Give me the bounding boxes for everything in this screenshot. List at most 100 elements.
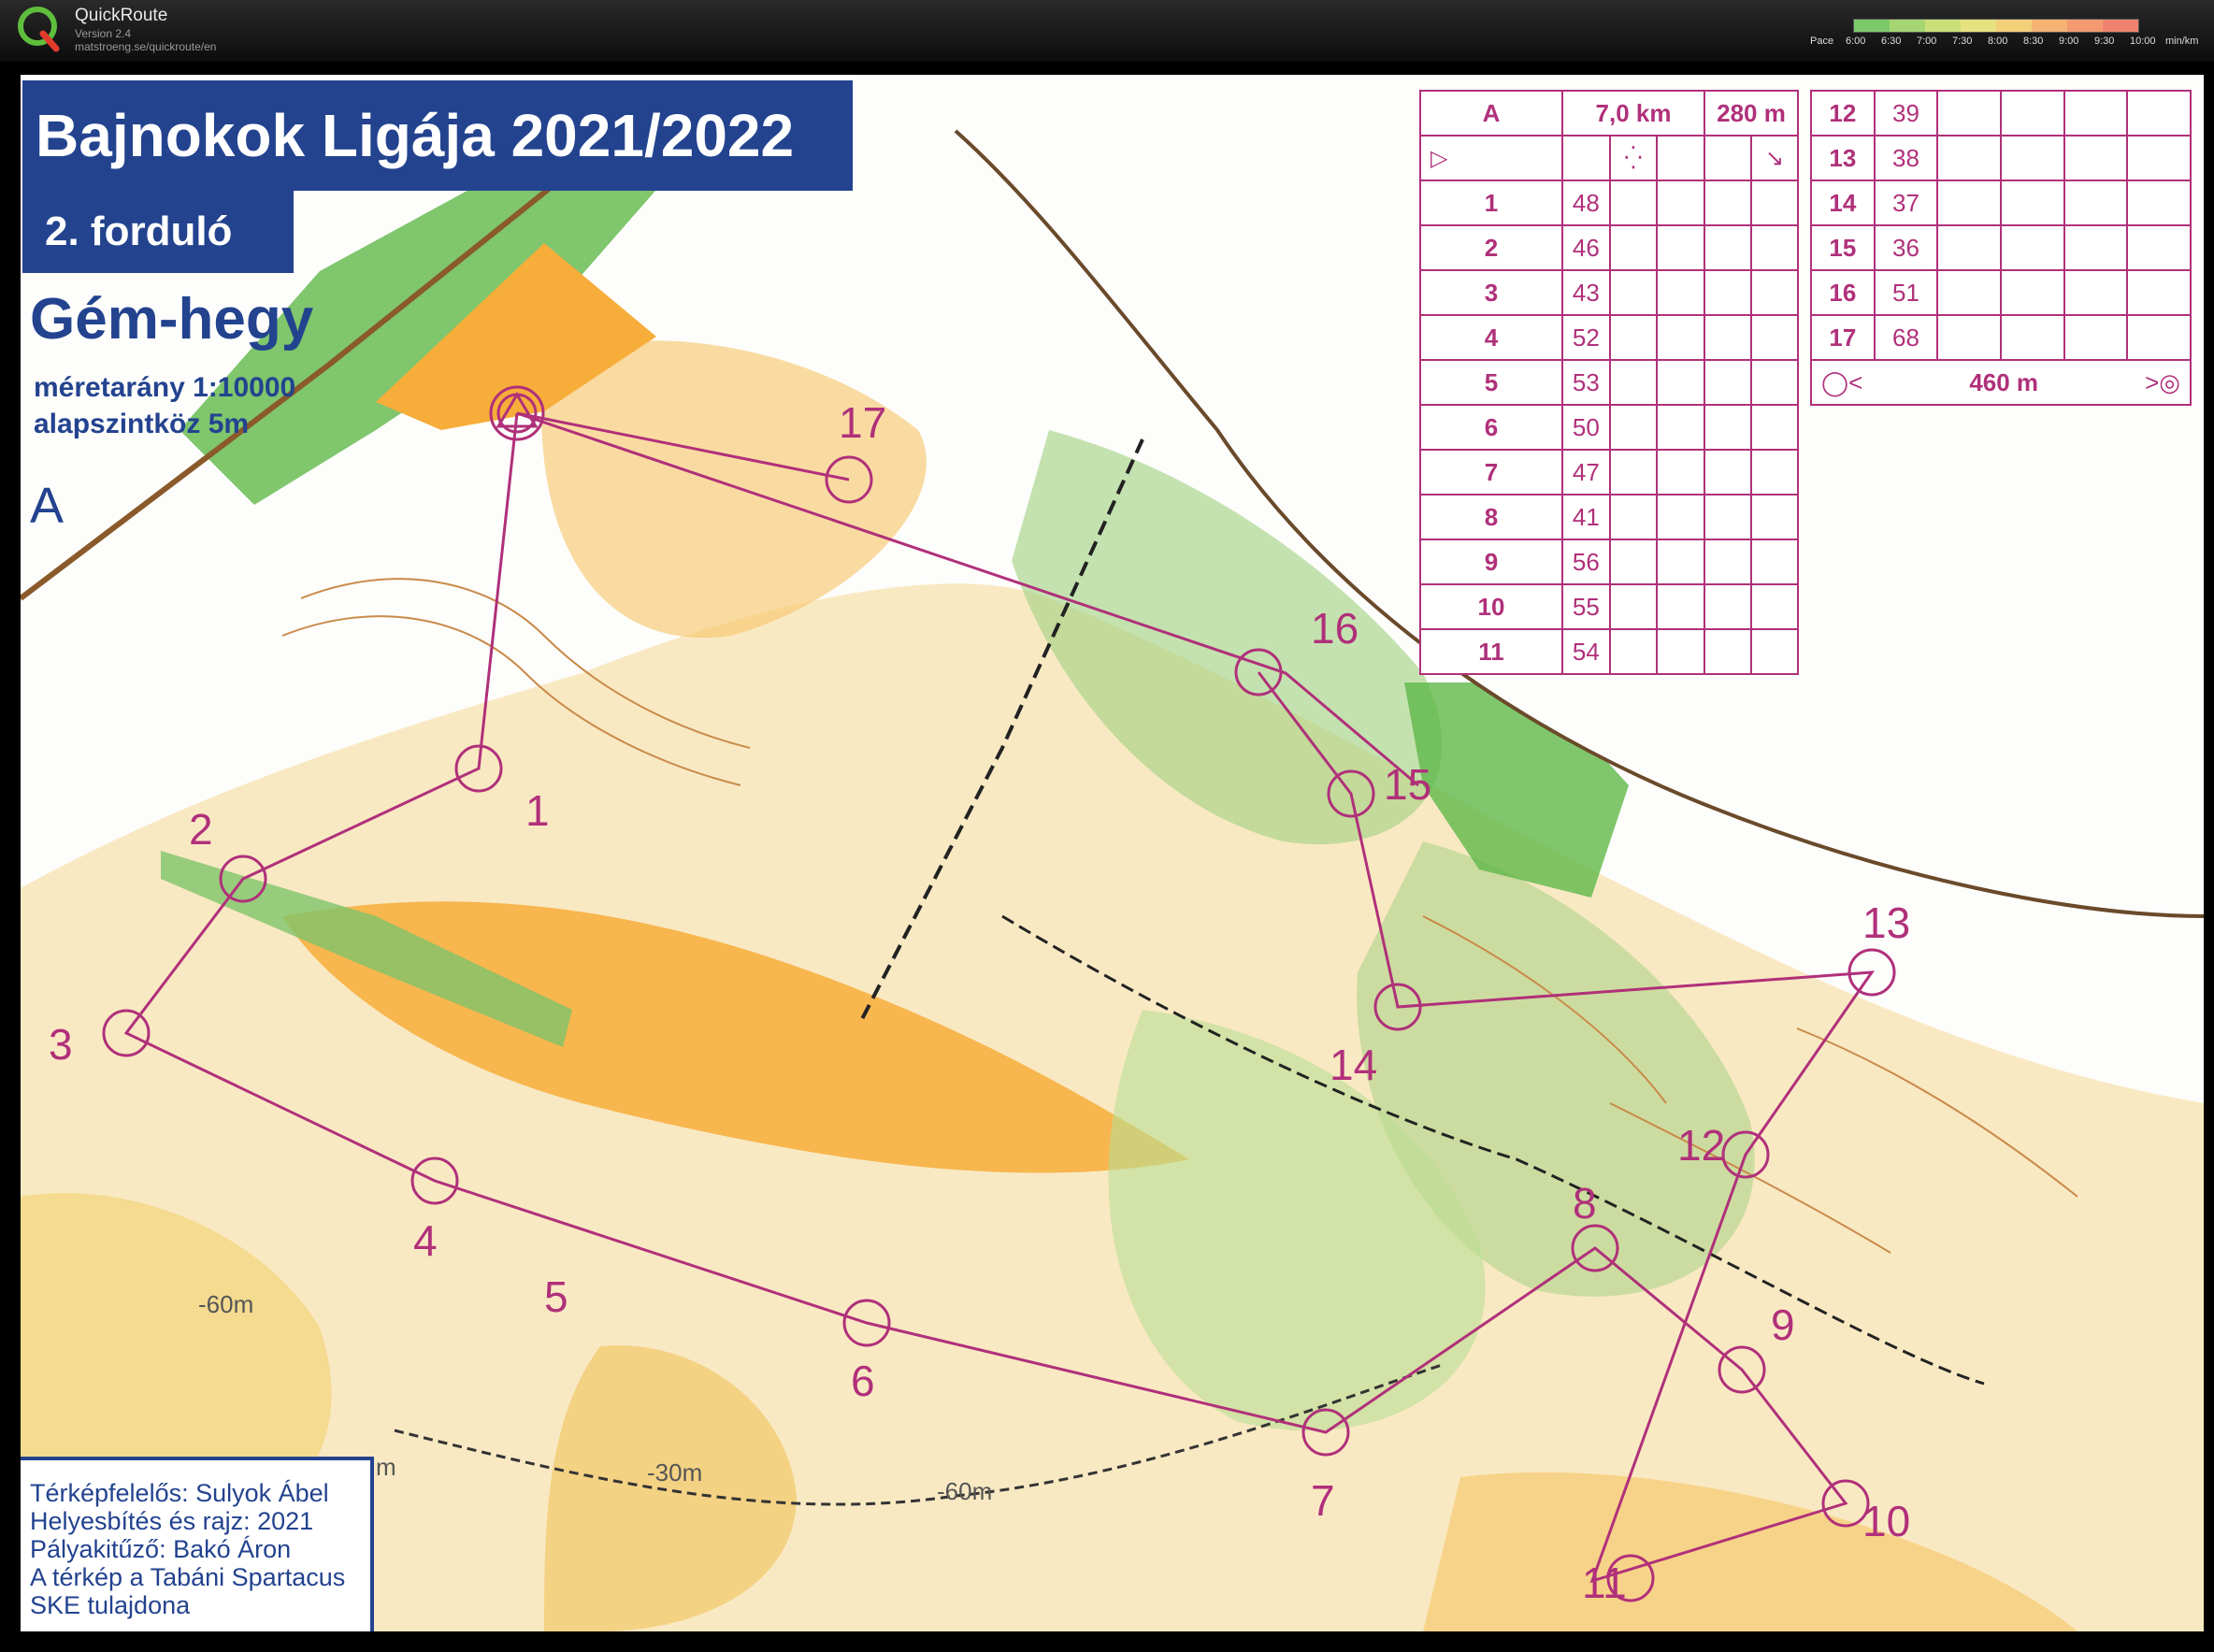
pace-tick-label: 8:30 <box>2023 36 2044 47</box>
description-cell <box>1656 404 1705 451</box>
description-cell <box>1704 539 1752 585</box>
control-code: 47 <box>1561 449 1611 496</box>
description-cell <box>1704 628 1752 675</box>
description-cell <box>1608 494 1659 540</box>
description-cell <box>1750 359 1799 406</box>
orienteering-map[interactable]: 1 2 3 4 5 6 7 8 9 10 11 12 13 14 15 16 1… <box>21 75 2204 1631</box>
description-cell <box>1999 269 2065 316</box>
control-number: 2 <box>1419 224 1563 271</box>
credit-line: Pályakitűző: Bakó Áron <box>30 1535 292 1563</box>
control-label-10: 10 <box>1862 1497 1911 1545</box>
control-code: 46 <box>1561 224 1611 271</box>
description-cell <box>1608 224 1659 271</box>
control-label-8: 8 <box>1573 1179 1597 1228</box>
control-code: 56 <box>1561 539 1611 585</box>
description-cell <box>2063 135 2129 181</box>
start-triangle-icon: ▷ <box>1419 135 1563 181</box>
pace-color-segment <box>2032 20 2067 32</box>
description-cell <box>1656 314 1705 361</box>
description-row: 17 68 <box>1810 314 2192 361</box>
pace-tick-label: 7:30 <box>1952 36 1973 47</box>
description-cell <box>1750 539 1799 585</box>
description-cell <box>1750 314 1799 361</box>
finish-end-icon: >◎ <box>2145 367 2180 396</box>
pace-color-segment <box>2103 20 2138 32</box>
spot-height-1: -60m <box>198 1290 254 1318</box>
description-row: 16 51 <box>1810 269 2192 316</box>
pace-color-segment <box>2067 20 2103 32</box>
description-cell <box>1704 314 1752 361</box>
control-number: 6 <box>1419 404 1563 451</box>
description-cell <box>1656 180 1705 226</box>
description-cell <box>1704 404 1752 451</box>
control-number: 9 <box>1419 539 1563 585</box>
description-cell <box>1608 539 1659 585</box>
app-name: QuickRoute <box>75 6 168 25</box>
description-cell <box>1704 224 1752 271</box>
control-label-11: 11 <box>1582 1559 1627 1607</box>
description-row: 8 41 <box>1419 494 1799 540</box>
control-label-15: 15 <box>1384 760 1432 809</box>
pace-color-segment <box>1890 20 1925 32</box>
description-cell <box>1936 180 2002 226</box>
control-label-16: 16 <box>1311 604 1359 653</box>
control-code: 38 <box>1873 135 1939 181</box>
description-row: 13 38 <box>1810 135 2192 181</box>
description-cell <box>2063 90 2129 136</box>
description-cell <box>1608 583 1659 630</box>
control-number: 17 <box>1810 314 1876 361</box>
control-label-17: 17 <box>839 398 887 447</box>
description-cell <box>1656 628 1705 675</box>
control-code: 48 <box>1561 180 1611 226</box>
description-cell <box>1656 224 1705 271</box>
pace-tick-label: 9:00 <box>2059 36 2079 47</box>
description-cell <box>2126 180 2192 226</box>
control-label-13: 13 <box>1862 898 1911 947</box>
description-row: 6 50 <box>1419 404 1799 451</box>
description-cell <box>1704 449 1752 496</box>
control-label-5: 5 <box>544 1272 568 1321</box>
description-cell <box>1704 494 1752 540</box>
pace-tick-label: 6:00 <box>1846 36 1866 47</box>
description-cell <box>1999 135 2065 181</box>
control-label-9: 9 <box>1771 1300 1795 1349</box>
pace-tick-label: 8:00 <box>1988 36 2008 47</box>
pace-tick-label: min/km <box>2165 36 2199 47</box>
control-description-left: A 7,0 km 280 m ▷ ⁛ ↘ 1 48 2 46 3 43 4 52 5 53 6 50 7… <box>1419 90 1799 675</box>
description-cell <box>1704 180 1752 226</box>
description-cell <box>1936 90 2002 136</box>
control-number: 7 <box>1419 449 1563 496</box>
control-number: 8 <box>1419 494 1563 540</box>
pace-tick-label: 10:00 <box>2130 36 2156 47</box>
control-number: 3 <box>1419 269 1563 316</box>
control-label-1: 1 <box>525 786 550 835</box>
description-cell <box>1608 449 1659 496</box>
app-url[interactable]: matstroeng.se/quickroute/en <box>75 40 216 53</box>
description-cell <box>1656 449 1705 496</box>
description-cell <box>1608 180 1659 226</box>
course-letter: A <box>30 478 65 534</box>
credits-box: Térképfelelős: Sulyok Ábel Helyesbítés é… <box>21 1457 374 1631</box>
description-row: 9 56 <box>1419 539 1799 585</box>
description-cell <box>1750 449 1799 496</box>
description-cell <box>1750 404 1799 451</box>
description-row: 4 52 <box>1419 314 1799 361</box>
finish-start-icon: ◯< <box>1821 367 1863 396</box>
pace-color-segment <box>1854 20 1890 32</box>
pace-color-bar <box>1853 19 2139 33</box>
description-cell <box>1936 135 2002 181</box>
path-bend-icon: ↘ <box>1750 135 1799 181</box>
description-row: 2 46 <box>1419 224 1799 271</box>
contour-interval: alapszintköz 5m <box>34 409 250 439</box>
description-cell <box>1704 583 1752 630</box>
description-cell <box>2126 224 2192 271</box>
control-code: 52 <box>1561 314 1611 361</box>
spot-height-4: m <box>376 1453 396 1481</box>
control-code: 51 <box>1873 269 1939 316</box>
control-label-3: 3 <box>49 1020 73 1069</box>
control-code: 36 <box>1873 224 1939 271</box>
spot-height-2: -30m <box>647 1458 703 1487</box>
title-bar: QuickRoute Version 2.4 matstroeng.se/qui… <box>0 0 2214 62</box>
pace-color-segment <box>1996 20 2032 32</box>
description-cell <box>2063 269 2129 316</box>
